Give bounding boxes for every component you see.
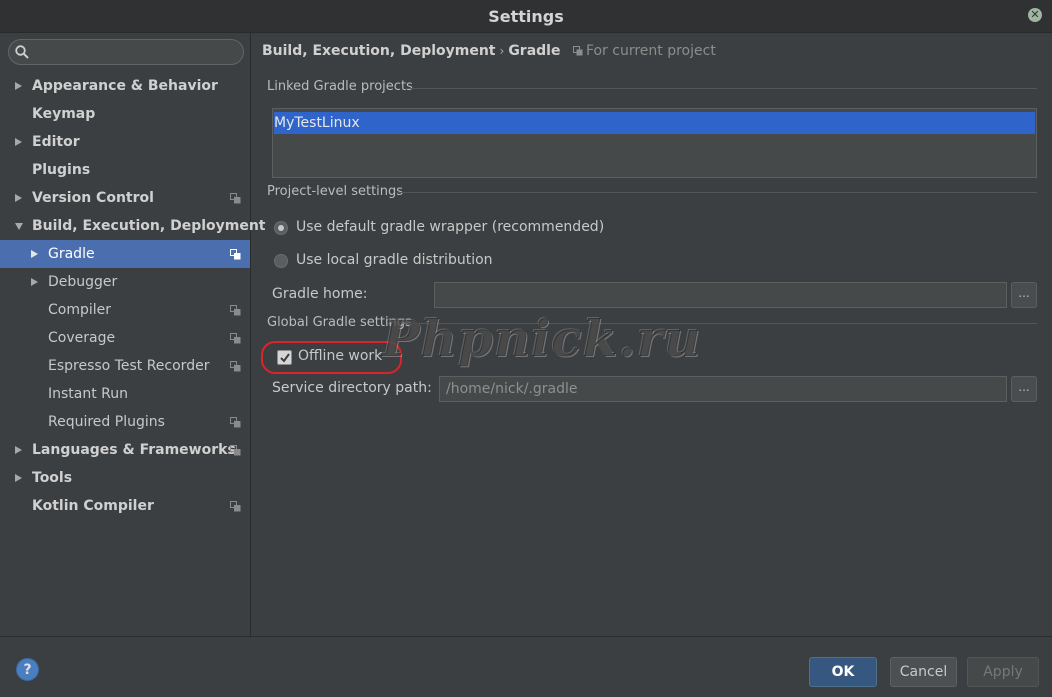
sidebar-item-editor[interactable]: Editor <box>0 128 250 156</box>
breadcrumb: Build, Execution, Deployment › Gradle For … <box>262 43 716 63</box>
project-scope-icon <box>230 501 241 512</box>
sidebar-item-debugger[interactable]: Debugger <box>0 268 250 296</box>
ok-button[interactable]: OK <box>809 657 877 687</box>
chevron-right-icon[interactable] <box>15 446 22 454</box>
project-scope-icon <box>230 305 241 316</box>
chevron-right-icon[interactable] <box>15 194 22 202</box>
sidebar-item-label: Kotlin Compiler <box>32 498 154 514</box>
sidebar-item-required-plugins[interactable]: Required Plugins <box>0 408 250 436</box>
project-scope-icon <box>230 193 241 204</box>
sidebar-item-label: Espresso Test Recorder <box>48 358 210 374</box>
checkmark-icon <box>280 353 290 363</box>
sidebar-item-version-control[interactable]: Version Control <box>0 184 250 212</box>
service-directory-label: Service directory path: <box>272 380 432 396</box>
chevron-right-icon[interactable] <box>31 278 38 286</box>
project-scope-icon <box>230 249 241 260</box>
gradle-home-input[interactable] <box>434 282 1007 308</box>
sidebar-item-appearance-behavior[interactable]: Appearance & Behavior <box>0 72 250 100</box>
project-level-title: Project-level settings <box>267 184 404 199</box>
linked-projects-list[interactable]: MyTestLinux <box>272 108 1037 178</box>
sidebar-item-label: Debugger <box>48 274 118 290</box>
gradle-home-browse-button[interactable]: ... <box>1011 282 1037 308</box>
project-scope-icon <box>230 333 241 344</box>
project-scope-icon <box>230 445 241 456</box>
project-scope-icon <box>230 417 241 428</box>
chevron-right-icon[interactable] <box>31 250 38 258</box>
settings-sidebar: Appearance & Behavior Keymap Editor Plugins… <box>0 33 266 636</box>
search-icon <box>15 45 29 59</box>
chevron-right-icon[interactable] <box>15 138 22 146</box>
project-scope-icon <box>230 361 241 372</box>
sidebar-item-label: Plugins <box>32 162 91 178</box>
sidebar-item-label: Tools <box>32 470 73 486</box>
help-icon[interactable]: ? <box>16 658 39 681</box>
service-directory-input[interactable]: /home/nick/.gradle <box>439 376 1007 402</box>
offline-work-checkbox[interactable] <box>277 350 292 365</box>
chevron-down-icon[interactable] <box>15 223 23 230</box>
sidebar-item-plugins[interactable]: Plugins <box>0 156 250 184</box>
scope-text: For current project <box>585 43 716 59</box>
sidebar-item-label: Build, Execution, Deployment <box>32 218 266 234</box>
sidebar-item-label: Languages & Frameworks <box>32 442 236 458</box>
chevron-right-icon[interactable] <box>15 82 22 90</box>
sidebar-item-label: Required Plugins <box>48 414 165 430</box>
sidebar-item-label: Coverage <box>48 330 116 346</box>
sidebar-item-languages-frameworks[interactable]: Languages & Frameworks <box>0 436 250 464</box>
cancel-button[interactable]: Cancel <box>890 657 957 687</box>
chevron-right-icon[interactable] <box>15 474 22 482</box>
sidebar-item-espresso-test-recorder[interactable]: Espresso Test Recorder <box>0 352 250 380</box>
gradle-home-label: Gradle home: <box>272 286 368 302</box>
sidebar-item-label: Gradle <box>48 246 95 262</box>
section-divider <box>407 88 1037 89</box>
dialog-footer: ? OK Cancel Apply <box>0 636 1052 697</box>
linked-projects-title: Linked Gradle projects <box>267 79 413 94</box>
radio-button[interactable] <box>274 254 288 268</box>
sidebar-item-label: Compiler <box>48 302 112 318</box>
watermark-text: Phpnick.ru <box>382 309 702 368</box>
sidebar-item-tools[interactable]: Tools <box>0 464 250 492</box>
title-bar: Settings ✕ <box>0 0 1052 33</box>
sidebar-item-gradle[interactable]: Gradle <box>0 240 250 268</box>
sidebar-item-build-execution-deployment[interactable]: Build, Execution, Deployment <box>0 212 266 240</box>
breadcrumb-current: Gradle <box>508 43 561 59</box>
offline-work-label: Offline work <box>298 348 383 364</box>
search-box[interactable] <box>8 39 244 65</box>
sidebar-item-label: Appearance & Behavior <box>32 78 218 94</box>
sidebar-item-label: Editor <box>32 134 80 150</box>
close-icon[interactable]: ✕ <box>1028 8 1042 22</box>
sidebar-item-kotlin-compiler[interactable]: Kotlin Compiler <box>0 492 250 520</box>
sidebar-item-label: Version Control <box>32 190 154 206</box>
gradle-settings-panel: Build, Execution, Deployment › Gradle For … <box>252 33 1052 636</box>
window-title: Settings <box>488 7 564 26</box>
radio-label: Use local gradle distribution <box>296 252 493 268</box>
radio-label: Use default gradle wrapper (recommended) <box>296 219 605 235</box>
project-scope-icon <box>572 46 583 56</box>
breadcrumb-separator: › <box>499 44 505 58</box>
sidebar-item-label: Keymap <box>32 106 96 122</box>
sidebar-item-coverage[interactable]: Coverage <box>0 324 250 352</box>
sidebar-item-instant-run[interactable]: Instant Run <box>0 380 250 408</box>
linked-project-item[interactable]: MyTestLinux <box>274 112 1035 134</box>
scope-label: For current project <box>572 43 716 59</box>
search-input[interactable] <box>33 42 233 62</box>
apply-button[interactable]: Apply <box>967 657 1039 687</box>
service-directory-browse-button[interactable]: ... <box>1011 376 1037 402</box>
radio-button-checked[interactable] <box>274 221 288 235</box>
breadcrumb-parent: Build, Execution, Deployment <box>262 43 496 59</box>
sidebar-item-keymap[interactable]: Keymap <box>0 100 250 128</box>
sidebar-item-compiler[interactable]: Compiler <box>0 296 250 324</box>
section-divider <box>397 192 1037 193</box>
sidebar-item-label: Instant Run <box>48 386 129 402</box>
